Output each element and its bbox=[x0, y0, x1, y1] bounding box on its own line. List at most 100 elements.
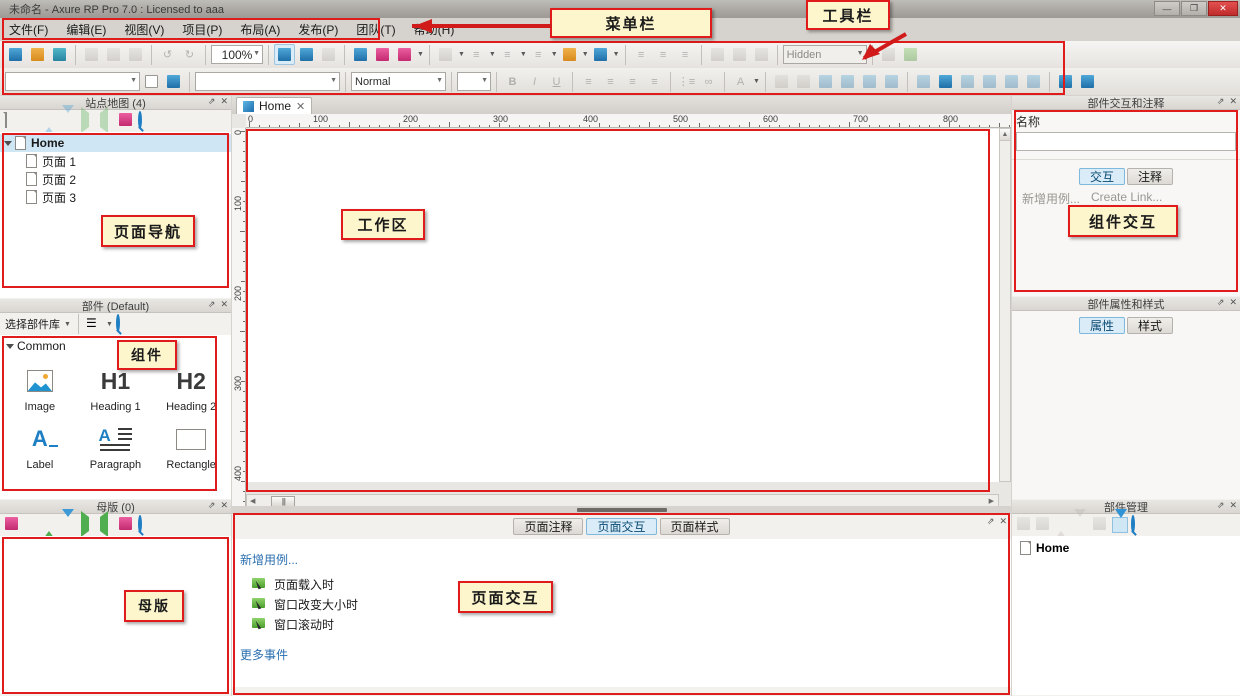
event-row-window-scroll[interactable]: 窗口滚动时 bbox=[240, 614, 1011, 634]
line-arrow-icon[interactable]: ≡ bbox=[528, 44, 549, 65]
line-width-icon[interactable]: ≡ bbox=[497, 44, 518, 65]
lock-icon[interactable] bbox=[1055, 71, 1076, 92]
event-row-page-load[interactable]: 页面载入时 bbox=[240, 574, 1011, 594]
align-objects-hcenter-icon[interactable] bbox=[793, 71, 814, 92]
select-tool-icon[interactable] bbox=[274, 44, 295, 65]
text-align-right-icon[interactable]: ≡ bbox=[622, 71, 643, 92]
menu-item-layout[interactable]: 布局(A) bbox=[231, 19, 289, 40]
canvas-tab-close-icon[interactable]: ✕ bbox=[296, 100, 305, 113]
generate-spec-icon[interactable] bbox=[394, 44, 415, 65]
menu-item-view[interactable]: 视图(V) bbox=[115, 19, 173, 40]
bullet-list-icon[interactable]: ⋮≡ bbox=[676, 71, 697, 92]
sitemap-item-page3[interactable]: 页面 3 bbox=[0, 188, 231, 206]
align-objects-right-icon[interactable] bbox=[815, 71, 836, 92]
wp-close-icon[interactable]: ✕ bbox=[1229, 297, 1237, 308]
widgets-float-icon[interactable]: ⇗ bbox=[208, 299, 216, 310]
widget-name-input[interactable] bbox=[1016, 132, 1236, 151]
distribute-spacing-icon[interactable] bbox=[1001, 71, 1022, 92]
image-style-icon[interactable] bbox=[435, 44, 456, 65]
underline-icon[interactable]: U bbox=[546, 71, 567, 92]
master-move-down-icon[interactable] bbox=[62, 509, 78, 533]
wm-filter-icon[interactable] bbox=[1112, 509, 1128, 533]
text-align-left-icon[interactable]: ≡ bbox=[578, 71, 599, 92]
align-objects-top-icon[interactable] bbox=[837, 71, 858, 92]
close-button[interactable]: ✕ bbox=[1208, 1, 1238, 16]
restore-button[interactable]: ❐ bbox=[1181, 1, 1207, 16]
bold-icon[interactable]: B bbox=[502, 71, 523, 92]
page-panel-float-icon[interactable]: ⇗ bbox=[987, 516, 995, 527]
tab-notes[interactable]: 注释 bbox=[1127, 168, 1174, 185]
indent-right-icon[interactable] bbox=[81, 107, 97, 133]
pen-tool-icon[interactable] bbox=[318, 44, 339, 65]
menu-item-file[interactable]: 文件(F) bbox=[0, 19, 57, 40]
distribute-v2-icon[interactable] bbox=[979, 71, 1000, 92]
splitter-grip[interactable] bbox=[577, 508, 667, 512]
master-outdent-icon[interactable] bbox=[100, 511, 116, 537]
font-family-combobox[interactable]: ▼ bbox=[5, 72, 140, 91]
design-canvas[interactable] bbox=[247, 129, 999, 482]
widget-library-selector[interactable]: 选择部件库 bbox=[5, 316, 60, 332]
tab-page-style[interactable]: 页面样式 bbox=[659, 518, 730, 535]
undo-icon[interactable]: ↺ bbox=[157, 44, 178, 65]
zoom-combobox[interactable]: 100% ▼ bbox=[211, 45, 263, 64]
wi-float-icon[interactable]: ⇗ bbox=[1217, 96, 1225, 107]
connector-tool-icon[interactable] bbox=[296, 44, 317, 65]
distribute-vertical-icon[interactable] bbox=[935, 71, 956, 92]
widget-view-options-icon[interactable]: ☰ bbox=[86, 316, 102, 332]
shadow-icon[interactable] bbox=[590, 44, 611, 65]
scroll-right-button[interactable]: ▶ bbox=[989, 497, 994, 505]
align-right-icon[interactable]: ≡ bbox=[675, 44, 696, 65]
group-expand-icon[interactable] bbox=[6, 343, 14, 349]
text-align-justify-icon[interactable]: ≡ bbox=[644, 71, 665, 92]
hidden-state-field[interactable]: Hidden ▼ bbox=[782, 45, 867, 64]
horizontal-splitter[interactable] bbox=[232, 506, 1012, 514]
tab-properties[interactable]: 属性 bbox=[1078, 317, 1125, 334]
wp-float-icon[interactable]: ⇗ bbox=[1217, 297, 1225, 308]
widget-group-common[interactable]: Common bbox=[0, 335, 231, 355]
delete-master-icon[interactable] bbox=[119, 517, 135, 533]
master-indent-icon[interactable] bbox=[81, 511, 97, 537]
distribute-equal-icon[interactable] bbox=[1023, 71, 1044, 92]
copy-icon[interactable] bbox=[103, 44, 124, 65]
widgets-close-icon[interactable]: ✕ bbox=[220, 299, 228, 310]
sitemap-item-page1[interactable]: 页面 1 bbox=[0, 152, 231, 170]
distribute-h2-icon[interactable] bbox=[957, 71, 978, 92]
align-left-icon[interactable]: ≡ bbox=[631, 44, 652, 65]
widget-search-icon[interactable] bbox=[115, 314, 132, 332]
save-icon[interactable] bbox=[49, 44, 70, 65]
event-row-window-resize[interactable]: 窗口改变大小时 bbox=[240, 594, 1011, 614]
new-file-icon[interactable] bbox=[5, 44, 26, 65]
align-center-icon[interactable]: ≡ bbox=[653, 44, 674, 65]
menu-item-project[interactable]: 项目(P) bbox=[173, 19, 231, 40]
add-master-folder-icon[interactable] bbox=[24, 517, 40, 533]
menu-item-team[interactable]: 团队(T) bbox=[347, 19, 404, 40]
move-up-icon[interactable] bbox=[43, 113, 59, 135]
line-style-icon[interactable]: ≡ bbox=[466, 44, 487, 65]
outdent-left-icon[interactable] bbox=[100, 107, 116, 133]
fill-color-icon[interactable] bbox=[559, 44, 580, 65]
group-icon[interactable] bbox=[751, 44, 772, 65]
minimize-button[interactable]: — bbox=[1154, 1, 1180, 16]
cut-icon[interactable] bbox=[81, 44, 102, 65]
sitemap-search-icon[interactable] bbox=[138, 111, 154, 129]
menu-item-publish[interactable]: 发布(P) bbox=[289, 19, 347, 40]
link-icon[interactable]: ∞ bbox=[698, 71, 719, 92]
italic-icon[interactable]: I bbox=[524, 71, 545, 92]
paste-icon[interactable] bbox=[125, 44, 146, 65]
wi-close-icon[interactable]: ✕ bbox=[1229, 96, 1237, 107]
horizontal-scroll-thumb[interactable]: ||| bbox=[271, 495, 296, 507]
menu-item-edit[interactable]: 编辑(E) bbox=[57, 19, 115, 40]
align-objects-bottom-icon[interactable] bbox=[881, 71, 902, 92]
add-folder-icon[interactable] bbox=[24, 113, 40, 129]
preview-icon[interactable] bbox=[350, 44, 371, 65]
wm-move-down-icon[interactable] bbox=[1074, 509, 1090, 533]
delete-page-icon[interactable] bbox=[119, 113, 135, 129]
format-painter-icon[interactable] bbox=[141, 71, 162, 92]
expand-triangle-icon[interactable] bbox=[4, 140, 12, 146]
new-case-link[interactable]: 新增用例... bbox=[240, 551, 1011, 568]
widget-item-label[interactable]: A Label bbox=[2, 417, 78, 475]
sitemap-item-page2[interactable]: 页面 2 bbox=[0, 170, 231, 188]
interaction-icon[interactable] bbox=[900, 44, 921, 65]
master-move-up-icon[interactable] bbox=[43, 517, 59, 539]
order-back-icon[interactable] bbox=[729, 44, 750, 65]
